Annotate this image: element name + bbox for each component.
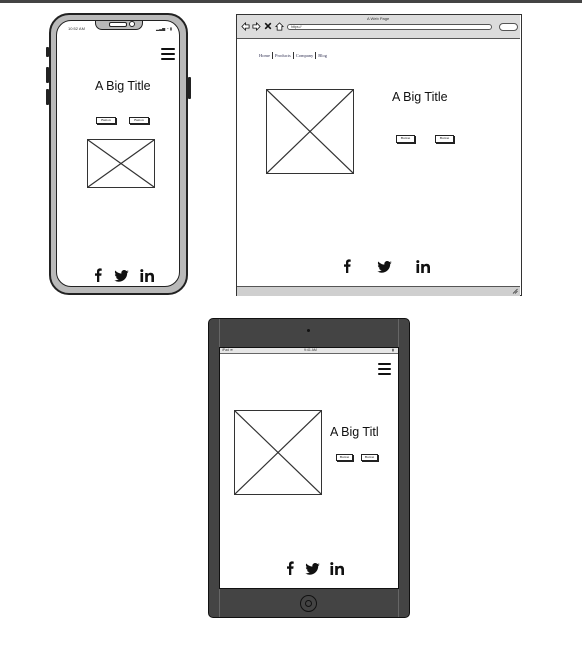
tablet-home-button[interactable] (300, 595, 317, 612)
browser-toolbar: A Web Page https:// (237, 15, 520, 39)
nav-blog[interactable]: Blog (316, 53, 329, 59)
nav-company[interactable]: Company (294, 53, 316, 59)
tablet-screen: iPad ≋ 9:41 AM ▮ A Big Titl Button Butto… (219, 347, 399, 589)
browser-status-bar (237, 286, 520, 296)
tablet-button-1[interactable]: Button (336, 454, 353, 461)
tablet-status-time: 9:41 AM (304, 348, 317, 352)
browser-search-field[interactable] (499, 23, 518, 31)
phone-volume-up (46, 67, 49, 83)
phone-silent-switch (46, 47, 49, 57)
image-placeholder (266, 89, 354, 174)
browser-button-1[interactable]: Button (396, 135, 415, 143)
tablet-page-title: A Big Titl (330, 425, 379, 439)
linkedin-icon[interactable] (416, 260, 432, 273)
close-icon[interactable] (264, 22, 272, 30)
linkedin-icon[interactable] (140, 269, 156, 282)
image-placeholder (87, 139, 155, 188)
address-bar[interactable]: https:// (287, 24, 492, 30)
browser-window-title: A Web Page (367, 16, 390, 21)
phone-page-title: A Big Title (95, 79, 151, 93)
phone-notch (95, 21, 143, 30)
twitter-icon[interactable] (114, 270, 129, 282)
phone-frame: 10:52 AM ▂▃▅ ◔ ▮ A Big Title Button Butt… (46, 13, 191, 295)
hamburger-menu-icon[interactable] (161, 48, 175, 63)
phone-power-button (188, 77, 191, 99)
home-button-ring-icon (304, 599, 312, 607)
twitter-icon[interactable] (377, 261, 392, 273)
tablet-button-2[interactable]: Button (361, 454, 378, 461)
phone-status-icons: ▂▃▅ ◔ ▮ (156, 26, 173, 31)
back-arrow-icon[interactable] (241, 22, 250, 31)
site-nav: Home Products Company Blog (257, 52, 329, 59)
tablet-frame: iPad ≋ 9:41 AM ▮ A Big Titl Button Butto… (208, 318, 410, 618)
address-bar-text: https:// (291, 25, 302, 29)
facebook-icon[interactable] (94, 268, 102, 282)
tablet-status-carrier: iPad ≋ (222, 348, 233, 352)
camera-icon (129, 21, 135, 27)
nav-products[interactable]: Products (273, 53, 293, 59)
phone-button-1[interactable]: Button (96, 117, 116, 124)
speaker-icon (109, 22, 127, 27)
top-divider (0, 0, 582, 3)
phone-status-time: 10:52 AM (68, 26, 85, 31)
tablet-status-bar: iPad ≋ 9:41 AM ▮ (220, 348, 398, 354)
phone-screen: 10:52 AM ▂▃▅ ◔ ▮ A Big Title Button Butt… (56, 20, 180, 287)
home-icon[interactable] (275, 22, 284, 31)
linkedin-icon[interactable] (330, 562, 346, 575)
facebook-icon[interactable] (286, 561, 294, 575)
hamburger-menu-icon[interactable] (378, 363, 391, 378)
facebook-icon[interactable] (343, 259, 351, 273)
tablet-status-battery: ▮ (392, 348, 394, 352)
tablet-camera-icon (307, 329, 310, 332)
resize-grip-icon[interactable] (512, 288, 518, 294)
phone-button-2[interactable]: Button (129, 117, 149, 124)
phone-volume-down (46, 89, 49, 105)
browser-page-title: A Big Title (392, 90, 448, 104)
browser-window: A Web Page https:// Home Products Compan… (236, 14, 522, 296)
twitter-icon[interactable] (305, 563, 320, 575)
image-placeholder (234, 410, 322, 495)
forward-arrow-icon[interactable] (252, 22, 261, 31)
browser-button-2[interactable]: Button (435, 135, 454, 143)
nav-home[interactable]: Home (257, 53, 272, 59)
